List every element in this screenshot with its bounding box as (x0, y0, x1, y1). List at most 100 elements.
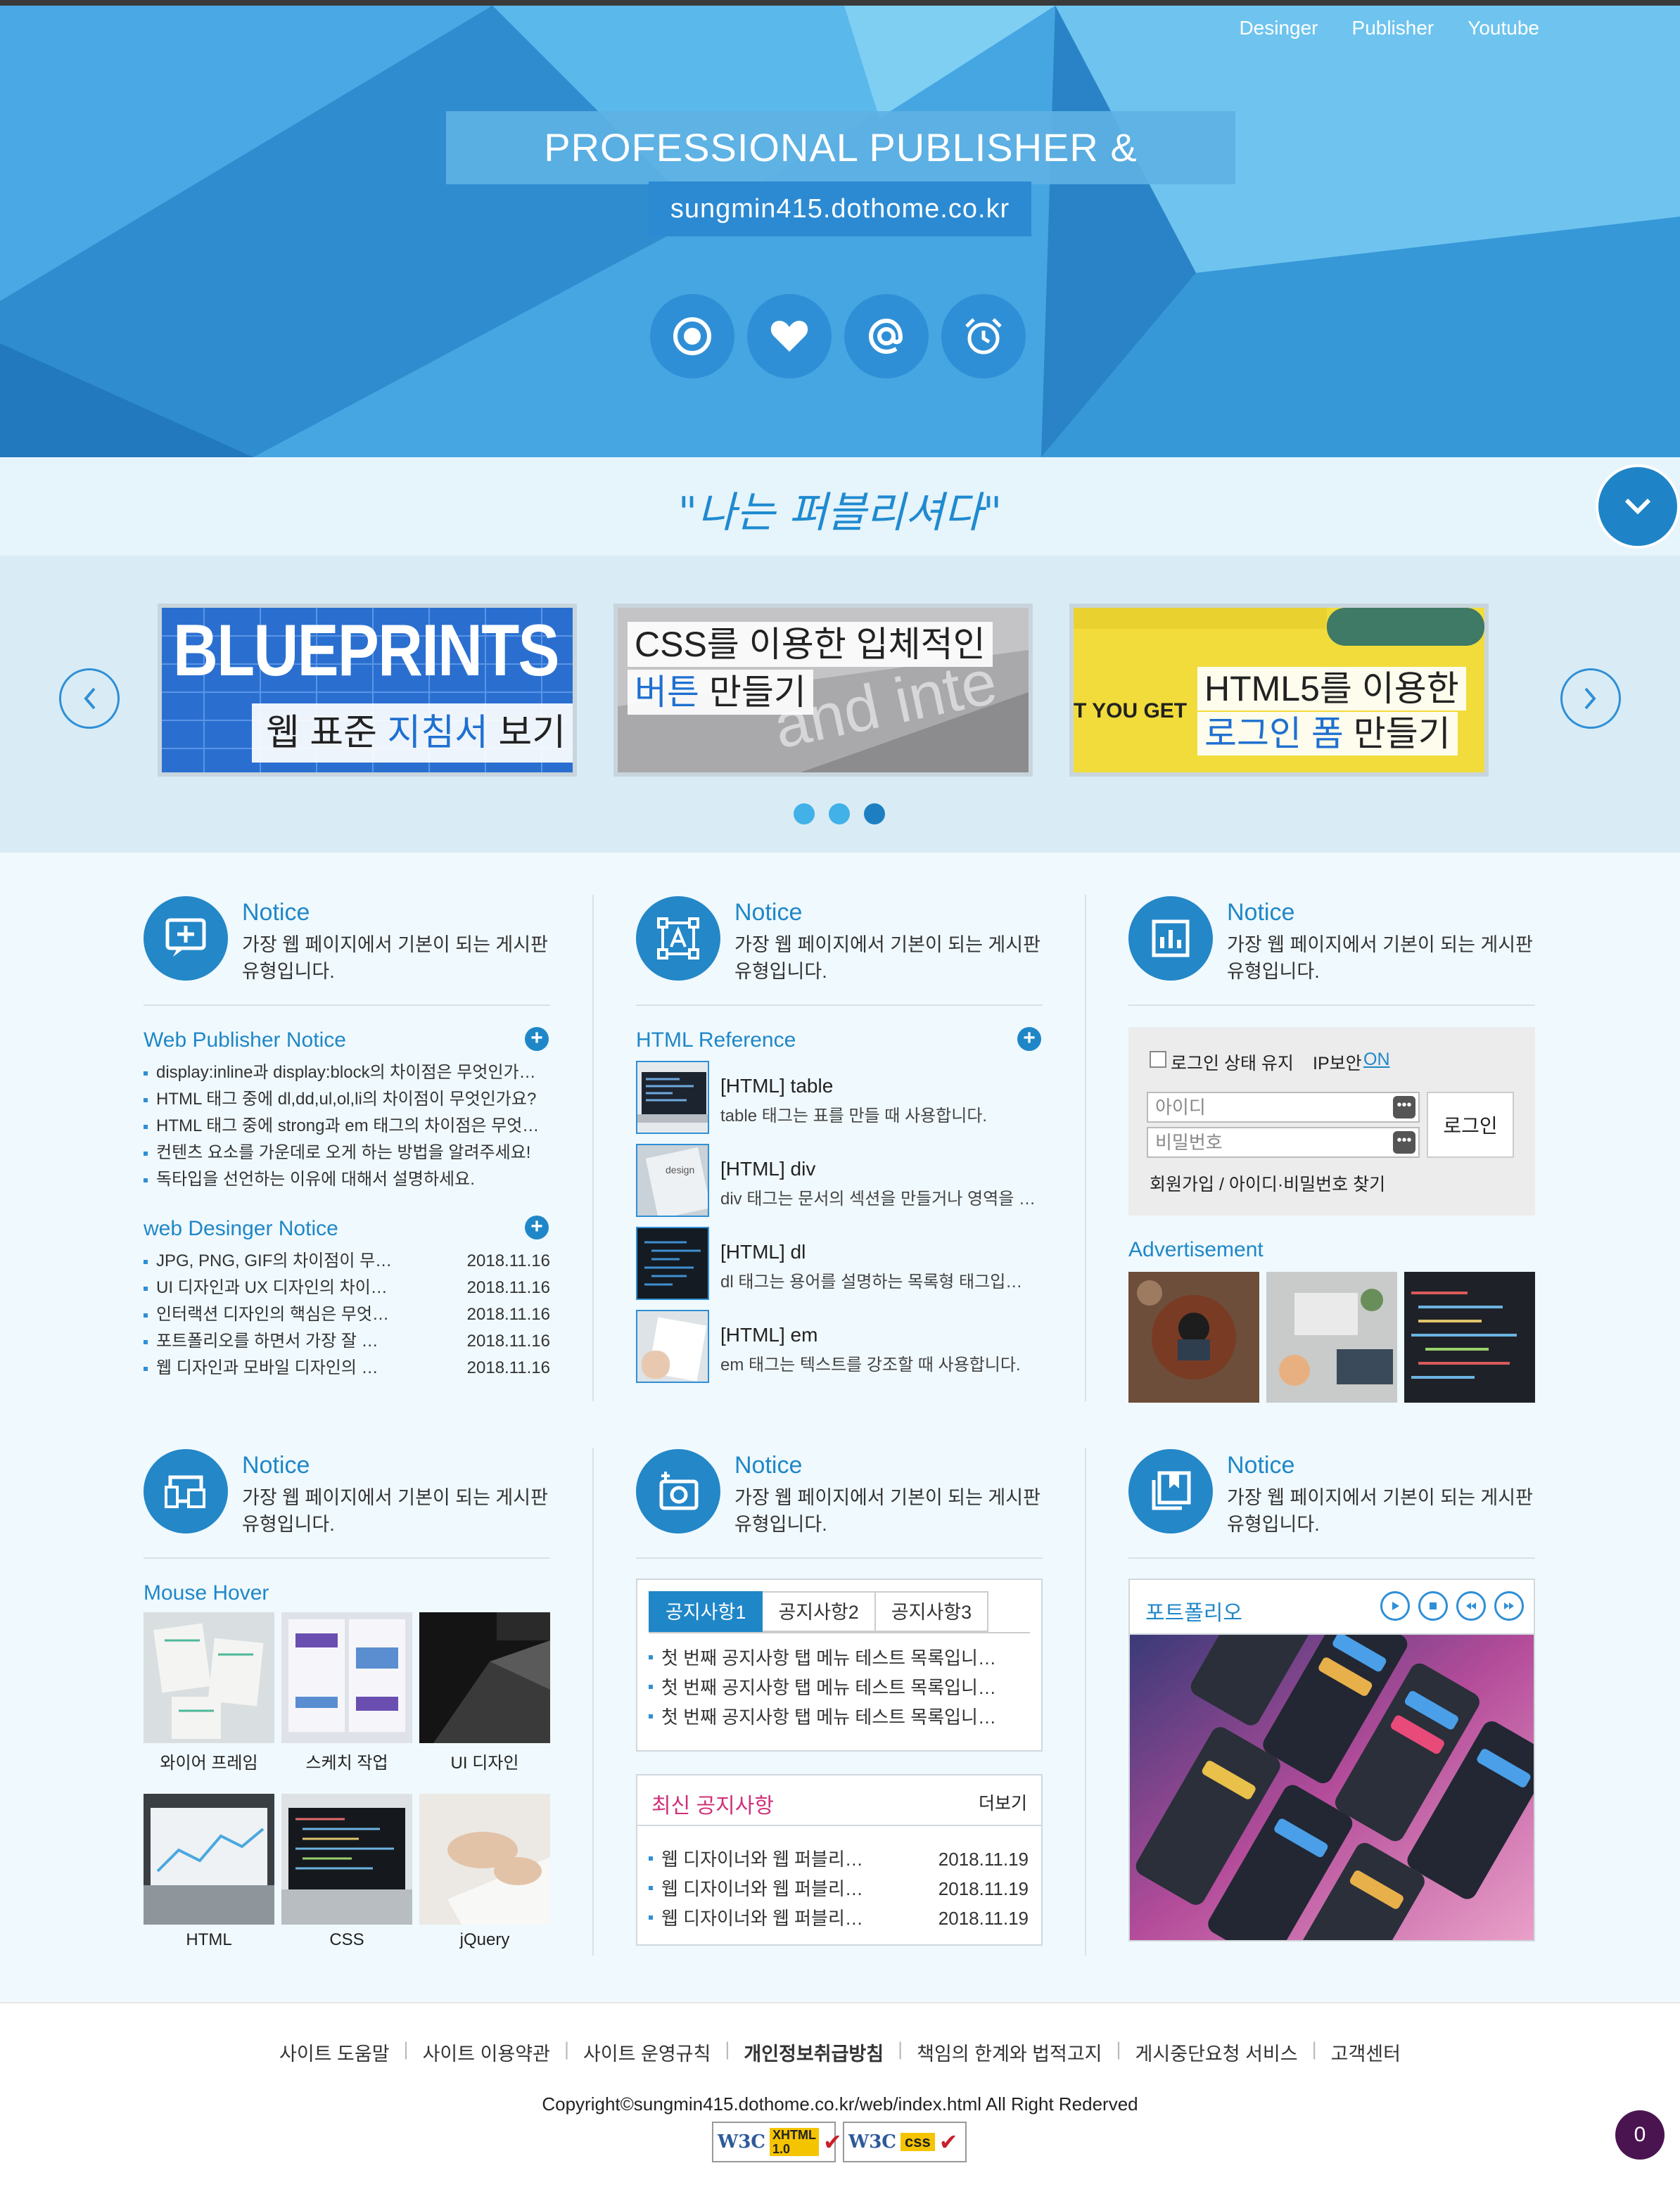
reference-item[interactable]: [HTML] table table 태그는 표를 만들 때 사용합니다. (636, 1061, 1043, 1134)
ad-image-2[interactable] (1266, 1272, 1397, 1403)
footer-link-disclaimer[interactable]: 책임의 한계와 법적고지 (917, 2039, 1102, 2066)
slider-next-button[interactable] (1560, 668, 1621, 729)
column-divider (1085, 1448, 1086, 1956)
list-item[interactable]: 웹 디자이너와 웹 퍼블리… 2018.11.19 (649, 1904, 1029, 1933)
alarm-clock-icon[interactable] (941, 294, 1026, 378)
hover-item-html[interactable]: HTML (144, 1794, 274, 1958)
find-account-link[interactable]: 아이디·비밀번호 찾기 (1229, 1175, 1385, 1194)
portfolio-image[interactable] (1130, 1635, 1534, 1940)
target-icon[interactable] (650, 294, 734, 378)
play-icon[interactable] (1380, 1591, 1410, 1621)
latest-divider (637, 1825, 1041, 1826)
list-item[interactable]: UI 디자인과 UX 디자인의 차이… 2018.11.16 (144, 1275, 550, 1301)
list-item[interactable]: 웹 디자인과 모바일 디자인의 … 2018.11.16 (144, 1355, 550, 1382)
list-item[interactable]: 첫 번째 공지사항 탭 메뉴 테스트 목록입니… (649, 1643, 1029, 1673)
more-plus-icon[interactable]: + (525, 1216, 549, 1239)
ip-security-toggle[interactable]: ON (1363, 1050, 1390, 1070)
hover-item-wireframe[interactable]: 와이어 프레임 (144, 1612, 274, 1777)
tab-notice-3[interactable]: 공지사항3 (875, 1591, 989, 1632)
footer-link-rules[interactable]: 사이트 운영규칙 (583, 2039, 711, 2066)
scroll-down-button[interactable] (1596, 464, 1680, 549)
slide-web-standard[interactable]: BLUEPRINTS 웹 표준 지침서 보기 (158, 604, 577, 777)
slider-dot-3[interactable] (864, 803, 885, 824)
list-item[interactable]: 웹 디자이너와 웹 퍼블리… 2018.11.19 (649, 1874, 1029, 1904)
join-link[interactable]: 회원가입 (1150, 1175, 1214, 1194)
w3c-xhtml-badge[interactable]: W3C XHTML 1.0 ✔ (712, 2122, 842, 2162)
user-id-input[interactable]: 아이디 ••• (1147, 1092, 1420, 1123)
reference-item[interactable]: [HTML] em em 태그는 텍스트를 강조할 때 사용합니다. (636, 1310, 1043, 1383)
list-item[interactable]: JPG, PNG, GIF의 차이점이 무… 2018.11.16 (144, 1248, 550, 1275)
password-manager-icon[interactable]: ••• (1393, 1131, 1415, 1154)
reference-item[interactable]: [HTML] dl dl 태그는 용어를 설명하는 목록형 태그입… (636, 1227, 1043, 1300)
hero-url[interactable]: sungmin415.dothome.co.kr (649, 181, 1031, 236)
nav-link-desinger[interactable]: Desinger (1239, 17, 1318, 39)
slide-css-button[interactable]: and inte CSS를 이용한 입체적인 버튼 만들기 (613, 604, 1033, 777)
slider-prev-button[interactable] (59, 668, 120, 729)
tab-notice-2[interactable]: 공지사항2 (763, 1591, 876, 1632)
slider-dot-2[interactable] (829, 803, 850, 824)
nav-link-youtube[interactable]: Youtube (1468, 17, 1539, 39)
w3c-css-badge[interactable]: W3C css ✔ (843, 2122, 967, 2162)
footer-link-support[interactable]: 고객센터 (1331, 2039, 1401, 2066)
keep-login-checkbox[interactable] (1150, 1051, 1166, 1068)
footer-link-takedown[interactable]: 게시중단요청 서비스 (1135, 2039, 1298, 2066)
hover-item-ui-design[interactable]: UI 디자인 (419, 1612, 550, 1777)
notice-title: Notice (1227, 1452, 1295, 1479)
hover-item-jquery[interactable]: jQuery (419, 1794, 550, 1958)
footer-link-terms[interactable]: 사이트 이용약관 (423, 2039, 550, 2066)
reference-title: [HTML] div (720, 1158, 816, 1180)
password-placeholder: 비밀번호 (1155, 1132, 1223, 1153)
content-area: Notice 가장 웹 페이지에서 기본이 되는 게시판 유형입니다. Web … (0, 853, 1680, 2002)
footer-link-help[interactable]: 사이트 도움말 (279, 2039, 390, 2066)
reference-item[interactable]: design [HTML] div div 태그는 문서의 섹션을 만들거나 영… (636, 1144, 1043, 1217)
hero-banner: Desinger Publisher Youtube PROFESSIONAL … (0, 6, 1680, 457)
footer-link-privacy[interactable]: 개인정보취급방침 (744, 2039, 884, 2066)
list-item[interactable]: 첫 번째 공지사항 탭 메뉴 테스트 목록입니… (649, 1702, 1029, 1732)
stop-icon[interactable] (1418, 1591, 1448, 1621)
notice-title: Notice (242, 1452, 310, 1479)
more-plus-icon[interactable]: + (525, 1027, 549, 1051)
more-plus-icon[interactable]: + (1017, 1027, 1041, 1051)
list-item[interactable]: 컨텐츠 요소를 가운데로 오게 하는 방법을 알려주세요! (144, 1140, 550, 1166)
prev-icon[interactable] (1456, 1591, 1486, 1621)
web-designer-title[interactable]: web Desinger Notice (144, 1217, 338, 1241)
list-item[interactable]: 첫 번째 공지사항 탭 메뉴 테스트 목록입니… (649, 1673, 1029, 1702)
tab-content-list: 첫 번째 공지사항 탭 메뉴 테스트 목록입니… 첫 번째 공지사항 탭 메뉴 … (649, 1643, 1029, 1732)
hover-item-sketch[interactable]: 스케치 작업 (281, 1612, 412, 1777)
hover-item-css[interactable]: CSS (281, 1794, 412, 1958)
password-input[interactable]: 비밀번호 ••• (1147, 1127, 1420, 1158)
hover-label: jQuery (459, 1930, 510, 1949)
visitor-counter-badge[interactable]: 0 (1615, 2110, 1665, 2160)
tab-notice-1[interactable]: 공지사항1 (649, 1591, 763, 1632)
slide-html5-login[interactable]: T YOU GET HTML5를 이용한 로그인 폼 만들기 (1069, 604, 1489, 777)
next-icon[interactable] (1494, 1591, 1524, 1621)
notice-header: Notice 가장 웹 페이지에서 기본이 되는 게시판 유형입니다. (636, 1405, 1043, 1559)
ad-image-1[interactable] (1128, 1272, 1259, 1403)
xhtml-label: XHTML 1.0 (769, 2128, 819, 2156)
html-reference-title[interactable]: HTML Reference (636, 1028, 796, 1052)
nav-link-publisher[interactable]: Publisher (1352, 17, 1434, 39)
text-frame-icon (636, 896, 720, 981)
reference-desc: table 태그는 표를 만들 때 사용합니다. (720, 1107, 988, 1126)
list-item[interactable]: 포트폴리오를 하면서 가장 잘 … 2018.11.16 (144, 1328, 550, 1355)
at-sign-icon[interactable] (844, 294, 929, 378)
password-manager-icon[interactable]: ••• (1393, 1096, 1415, 1118)
list-item[interactable]: 인터랙션 디자인의 핵심은 무엇… 2018.11.16 (144, 1301, 550, 1328)
list-item[interactable]: 독타입을 선언하는 이유에 대해서 설명하세요. (144, 1166, 550, 1193)
web-publisher-title[interactable]: Web Publisher Notice (144, 1028, 346, 1052)
portfolio-controls (1380, 1591, 1524, 1621)
more-link[interactable]: 더보기 (979, 1790, 1027, 1815)
list-item-date: 2018.11.19 (938, 1849, 1029, 1870)
slider-dot-1[interactable] (794, 803, 815, 824)
list-item[interactable]: HTML 태그 중에 strong과 em 태그의 차이점은 무엇… (144, 1113, 550, 1140)
heart-icon[interactable] (747, 294, 832, 378)
w3c-badges: W3C XHTML 1.0 ✔ W3C css ✔ (712, 2122, 967, 2162)
ad-image-3[interactable] (1404, 1272, 1535, 1403)
bar-chart-icon (1128, 896, 1213, 981)
login-button[interactable]: 로그인 (1427, 1092, 1514, 1158)
list-item[interactable]: HTML 태그 중에 dl,dd,ul,ol,li의 차이점이 무엇인가요? (144, 1086, 550, 1113)
list-item[interactable]: 웹 디자이너와 웹 퍼블리… 2018.11.19 (649, 1844, 1029, 1874)
list-item[interactable]: display:inline과 display:block의 차이점은 무엇인가… (144, 1059, 550, 1086)
ip-security-label: IP보안 (1313, 1054, 1362, 1073)
hover-label: CSS (329, 1930, 364, 1949)
